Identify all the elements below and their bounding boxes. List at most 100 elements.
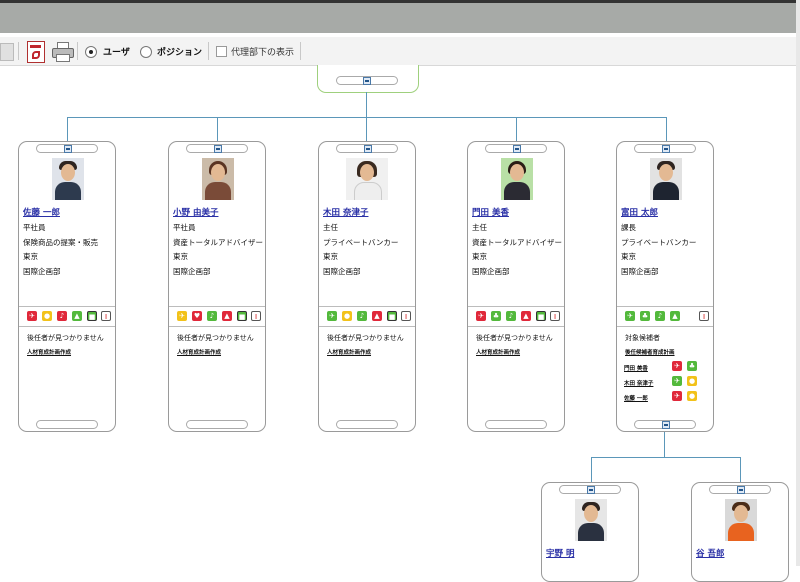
print-icon[interactable] — [52, 42, 74, 62]
status-icon: ♪ — [357, 311, 367, 321]
mode-position-radio[interactable] — [140, 46, 152, 58]
employee-title: 主任 — [472, 223, 487, 232]
connector-line — [740, 457, 741, 482]
card-bottom-tab — [336, 420, 398, 429]
card-divider — [617, 306, 713, 307]
status-icon: ● — [342, 311, 352, 321]
status-icon: ▲ — [521, 311, 531, 321]
employee-name-link[interactable]: 佐藤 一郎 — [23, 206, 60, 218]
employee-name-link[interactable]: 谷 吾郎 — [696, 547, 724, 559]
card-divider — [468, 326, 564, 327]
connector-line — [366, 117, 367, 142]
connector-line — [217, 117, 218, 142]
employee-card[interactable]: 宇野 明 — [541, 482, 639, 582]
mode-position-label: ポジション — [157, 48, 203, 58]
development-plan-link[interactable]: 後任候補者育成計画 — [625, 348, 675, 356]
collapse-toggle-icon[interactable] — [214, 145, 222, 153]
mode-user-radio[interactable] — [85, 46, 97, 58]
status-icon: ■ — [87, 311, 97, 321]
card-divider — [19, 306, 115, 307]
employee-card[interactable]: 小野 由美子 平社員 資産トータルアドバイザー 東京 国際企画部 ✈ ♥ ♪ ▲… — [168, 141, 266, 432]
development-plan-link[interactable]: 人材育成計画作成 — [27, 348, 71, 356]
card-divider — [617, 326, 713, 327]
status-icon: ♣ — [491, 311, 501, 321]
successor-note: 後任者が見つかりません — [476, 334, 553, 342]
employee-title: 主任 — [323, 223, 338, 232]
connector-line — [516, 117, 517, 142]
status-icon: ▲ — [670, 311, 680, 321]
connector-line — [591, 457, 741, 458]
candidate-name-link[interactable]: 門田 美香 — [624, 364, 648, 372]
status-icon: ■ — [536, 311, 546, 321]
status-icon: ■ — [237, 311, 247, 321]
employee-department: 国際企画部 — [621, 267, 659, 276]
expand-toggle-icon[interactable] — [662, 421, 670, 429]
card-divider — [169, 306, 265, 307]
employee-photo — [202, 158, 234, 200]
employee-role: 資産トータルアドバイザー — [472, 238, 562, 247]
status-icon: ♪ — [57, 311, 67, 321]
status-icon: ■ — [387, 311, 397, 321]
mode-user-label: ユーザ — [103, 48, 130, 58]
employee-title: 課長 — [621, 223, 636, 232]
employee-photo — [346, 158, 388, 200]
employee-title: 平社員 — [23, 223, 46, 232]
development-plan-link[interactable]: 人材育成計画作成 — [177, 348, 221, 356]
collapse-toggle-icon[interactable] — [513, 145, 521, 153]
collapse-toggle-icon[interactable] — [64, 145, 72, 153]
employee-name-link[interactable]: 木田 奈津子 — [323, 206, 368, 218]
toolbar-edge-button[interactable] — [0, 43, 14, 61]
connector-line — [67, 117, 68, 142]
employee-department: 国際企画部 — [173, 267, 211, 276]
card-divider — [19, 326, 115, 327]
proxy-subordinates-checkbox[interactable] — [216, 46, 227, 57]
employee-title: 平社員 — [173, 223, 196, 232]
scrollbar[interactable] — [796, 0, 800, 566]
candidate-name-link[interactable]: 木田 奈津子 — [624, 379, 653, 387]
employee-department: 国際企画部 — [23, 267, 61, 276]
card-divider — [319, 306, 415, 307]
employee-card[interactable]: 門田 美香 主任 資産トータルアドバイザー 東京 国際企画部 ✈ ♣ ♪ ▲ ■… — [467, 141, 565, 432]
status-icon: Ⅰ — [251, 311, 261, 321]
status-icon: Ⅰ — [699, 311, 709, 321]
collapse-toggle-icon[interactable] — [364, 145, 372, 153]
status-icon: ♪ — [207, 311, 217, 321]
employee-photo — [501, 158, 533, 200]
employee-card[interactable]: 木田 奈津子 主任 プライベートバンカー 東京 国際企画部 ✈ ● ♪ ▲ ■ … — [318, 141, 416, 432]
connector-line — [664, 432, 665, 457]
toolbar: ユーザ ポジション 代理部下の表示 — [0, 37, 800, 66]
employee-role: プライベートバンカー — [621, 238, 697, 247]
employee-name-link[interactable]: 富田 太郎 — [621, 206, 658, 218]
status-icon: ▲ — [72, 311, 82, 321]
development-plan-link[interactable]: 人材育成計画作成 — [476, 348, 520, 356]
development-plan-link[interactable]: 人材育成計画作成 — [327, 348, 371, 356]
employee-location: 東京 — [173, 252, 188, 261]
pdf-export-icon[interactable] — [27, 41, 45, 63]
collapse-toggle-icon[interactable] — [587, 486, 595, 494]
successor-note: 後任者が見つかりません — [177, 334, 254, 342]
status-icon: ♪ — [506, 311, 516, 321]
employee-card[interactable]: 佐藤 一郎 平社員 保険商品の提案・販売 東京 国際企画部 ✈ ● ♪ ▲ ■ … — [18, 141, 116, 432]
status-icon: ♣ — [687, 361, 697, 371]
status-icon: ✈ — [672, 376, 682, 386]
status-icon: ✈ — [672, 391, 682, 401]
card-divider — [468, 306, 564, 307]
status-icon: ✈ — [672, 361, 682, 371]
collapse-toggle-icon[interactable] — [737, 486, 745, 494]
proxy-subordinates-label: 代理部下の表示 — [231, 48, 295, 58]
employee-location: 東京 — [323, 252, 338, 261]
candidate-name-link[interactable]: 佐藤 一郎 — [624, 394, 648, 402]
employee-name-link[interactable]: 宇野 明 — [546, 547, 574, 559]
collapse-toggle-icon[interactable] — [662, 145, 670, 153]
parent-card[interactable] — [317, 65, 419, 93]
employee-card[interactable]: 富田 太郎 課長 プライベートバンカー 東京 国際企画部 ✈ ♣ ♪ ▲ Ⅰ 対… — [616, 141, 714, 432]
collapse-toggle-icon[interactable] — [363, 77, 371, 85]
status-icon: ▲ — [372, 311, 382, 321]
employee-card[interactable]: 谷 吾郎 — [691, 482, 789, 582]
employee-role: プライベートバンカー — [323, 238, 399, 247]
employee-name-link[interactable]: 小野 由美子 — [173, 206, 218, 218]
status-icon: ♪ — [655, 311, 665, 321]
status-icon: Ⅰ — [401, 311, 411, 321]
successor-note: 後任者が見つかりません — [327, 334, 404, 342]
employee-name-link[interactable]: 門田 美香 — [472, 206, 509, 218]
